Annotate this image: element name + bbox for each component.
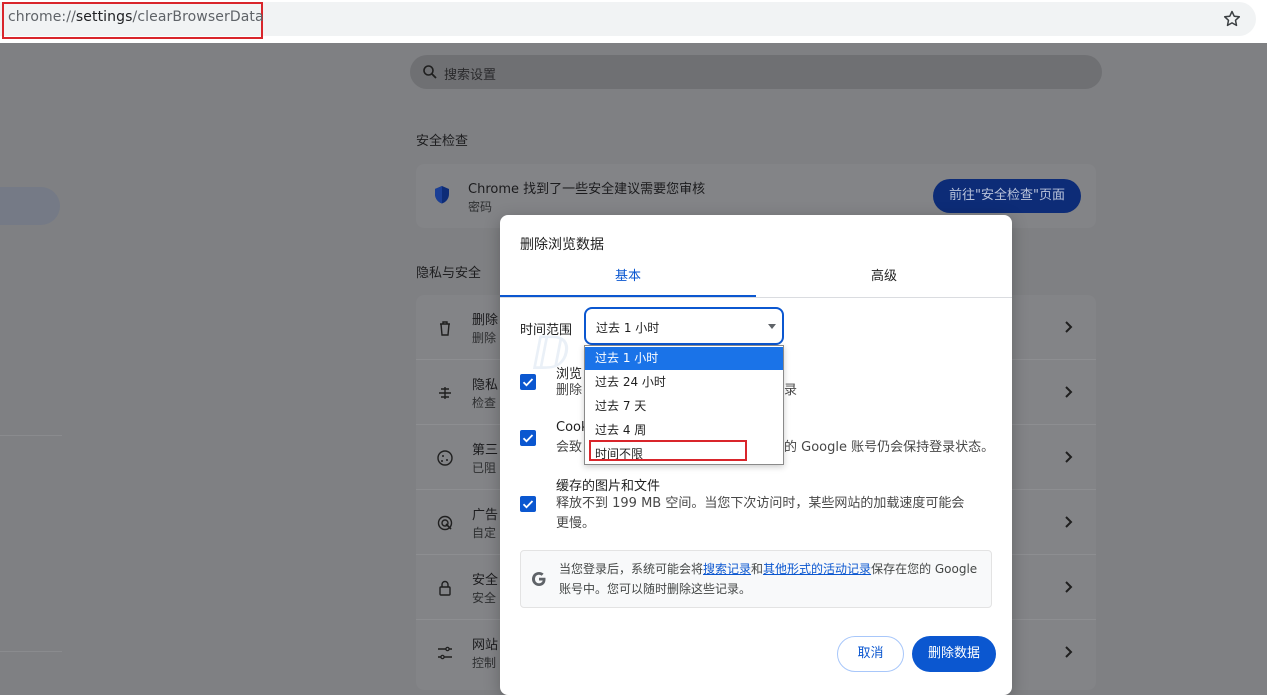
privacy-row-sublabel: 控制 bbox=[472, 656, 497, 670]
sidebar-active-item[interactable] bbox=[0, 187, 60, 225]
checkmark-icon bbox=[522, 434, 534, 443]
info-prefix: 当您登录后，系统可能会将 bbox=[559, 562, 704, 576]
safety-check-message: Chrome 找到了一些安全建议需要您审核 bbox=[468, 182, 706, 197]
privacy-row-sublabel: 安全 bbox=[472, 591, 497, 605]
privacy-row-sublabel: 检查 bbox=[472, 396, 497, 410]
dropdown-option-7d[interactable]: 过去 7 天 bbox=[585, 395, 783, 418]
lock-icon bbox=[439, 580, 451, 596]
safety-check-subtitle: 密码 bbox=[468, 200, 493, 214]
trash-icon bbox=[440, 321, 450, 336]
ad-privacy-icon bbox=[437, 515, 453, 531]
bookmark-star-icon[interactable] bbox=[1222, 9, 1242, 29]
url-scheme: chrome:// bbox=[8, 9, 76, 25]
chevron-right-icon bbox=[1065, 581, 1073, 593]
cancel-button[interactable]: 取消 bbox=[837, 636, 904, 672]
chevron-right-icon bbox=[1065, 516, 1073, 528]
cache-checkbox[interactable] bbox=[520, 496, 536, 512]
dropdown-option-4w[interactable]: 过去 4 周 bbox=[585, 419, 783, 442]
go-to-safety-check-button[interactable]: 前往"安全检查"页面 bbox=[933, 179, 1081, 213]
search-icon bbox=[423, 65, 437, 79]
search-history-link[interactable]: 搜索记录 bbox=[703, 562, 751, 576]
dropdown-option-24h[interactable]: 过去 24 小时 bbox=[585, 371, 783, 394]
url-text[interactable]: chrome://settings/clearBrowserData bbox=[8, 9, 264, 25]
url-path: /clearBrowserData bbox=[132, 9, 264, 25]
delete-data-button[interactable]: 删除数据 bbox=[912, 636, 996, 672]
privacy-row-label: 网站 bbox=[472, 638, 499, 653]
url-host: settings bbox=[75, 9, 133, 25]
tab-divider bbox=[500, 297, 1012, 298]
privacy-guide-icon bbox=[439, 387, 451, 399]
chevron-right-icon bbox=[1065, 386, 1073, 398]
tab-advanced[interactable]: 高级 bbox=[756, 267, 1012, 297]
dialog-title: 删除浏览数据 bbox=[520, 237, 604, 253]
privacy-row-label: 删除 bbox=[472, 313, 499, 328]
safety-check-title: 安全检查 bbox=[416, 134, 469, 149]
privacy-row-label: 广告 bbox=[472, 508, 499, 523]
time-range-label: 时间范围 bbox=[520, 323, 573, 338]
browsing-history-desc-tail: 录 bbox=[784, 383, 798, 398]
browsing-history-checkbox[interactable] bbox=[520, 374, 536, 390]
privacy-section-title: 隐私与安全 bbox=[416, 266, 482, 281]
search-placeholder: 搜索设置 bbox=[444, 68, 497, 83]
dropdown-caret-icon bbox=[768, 324, 776, 329]
other-activity-link[interactable]: 其他形式的活动记录 bbox=[763, 562, 871, 576]
info-text: 当您登录后，系统可能会将搜索记录和其他形式的活动记录保存在您的 Google 账… bbox=[559, 559, 979, 599]
sidebar-divider bbox=[0, 435, 62, 436]
checkmark-icon bbox=[522, 378, 534, 387]
browsing-history-title: 浏览 bbox=[556, 367, 583, 382]
privacy-row-label: 隐私 bbox=[472, 378, 499, 393]
chevron-right-icon bbox=[1065, 451, 1073, 463]
tab-basic[interactable]: 基本 bbox=[500, 267, 756, 297]
privacy-row-sublabel: 自定 bbox=[472, 526, 497, 540]
chevron-right-icon bbox=[1065, 646, 1073, 658]
info-mid: 和 bbox=[751, 562, 764, 576]
google-activity-info: 当您登录后，系统可能会将搜索记录和其他形式的活动记录保存在您的 Google 账… bbox=[520, 550, 992, 608]
privacy-row-sublabel: 删除 bbox=[472, 331, 497, 345]
cookies-desc: 会致 bbox=[556, 440, 583, 455]
time-range-select[interactable]: 过去 1 小时 bbox=[584, 307, 784, 345]
time-range-value: 过去 1 小时 bbox=[596, 321, 660, 335]
checkmark-icon bbox=[522, 500, 534, 509]
browser-toolbar: chrome://settings/clearBrowserData bbox=[0, 0, 1267, 43]
privacy-row-sublabel: 已阻 bbox=[472, 461, 497, 475]
settings-search[interactable]: 搜索设置 bbox=[410, 55, 1102, 89]
cache-title: 缓存的图片和文件 bbox=[556, 479, 661, 494]
privacy-row-label: 安全 bbox=[472, 573, 499, 588]
cookies-desc-tail: 的 Google 账号仍会保持登录状态。 bbox=[784, 440, 995, 455]
google-g-icon bbox=[532, 572, 546, 586]
dropdown-option-1h[interactable]: 过去 1 小时 bbox=[585, 347, 783, 370]
dropdown-option-all-time[interactable]: 时间不限 bbox=[585, 443, 783, 466]
browsing-history-desc: 删除 bbox=[556, 383, 583, 398]
shield-icon bbox=[435, 186, 449, 204]
chevron-right-icon bbox=[1065, 321, 1073, 333]
tune-icon bbox=[438, 646, 452, 660]
cookie-icon bbox=[437, 450, 453, 466]
privacy-row-label: 第三 bbox=[472, 443, 499, 458]
cookies-checkbox[interactable] bbox=[520, 430, 536, 446]
sidebar-divider bbox=[0, 651, 62, 652]
cache-desc: 释放不到 199 MB 空间。当您下次访问时，某些网站的加载速度可能会更慢。 bbox=[556, 496, 965, 531]
time-range-dropdown: 过去 1 小时 过去 24 小时 过去 7 天 过去 4 周 时间不限 bbox=[584, 345, 784, 465]
